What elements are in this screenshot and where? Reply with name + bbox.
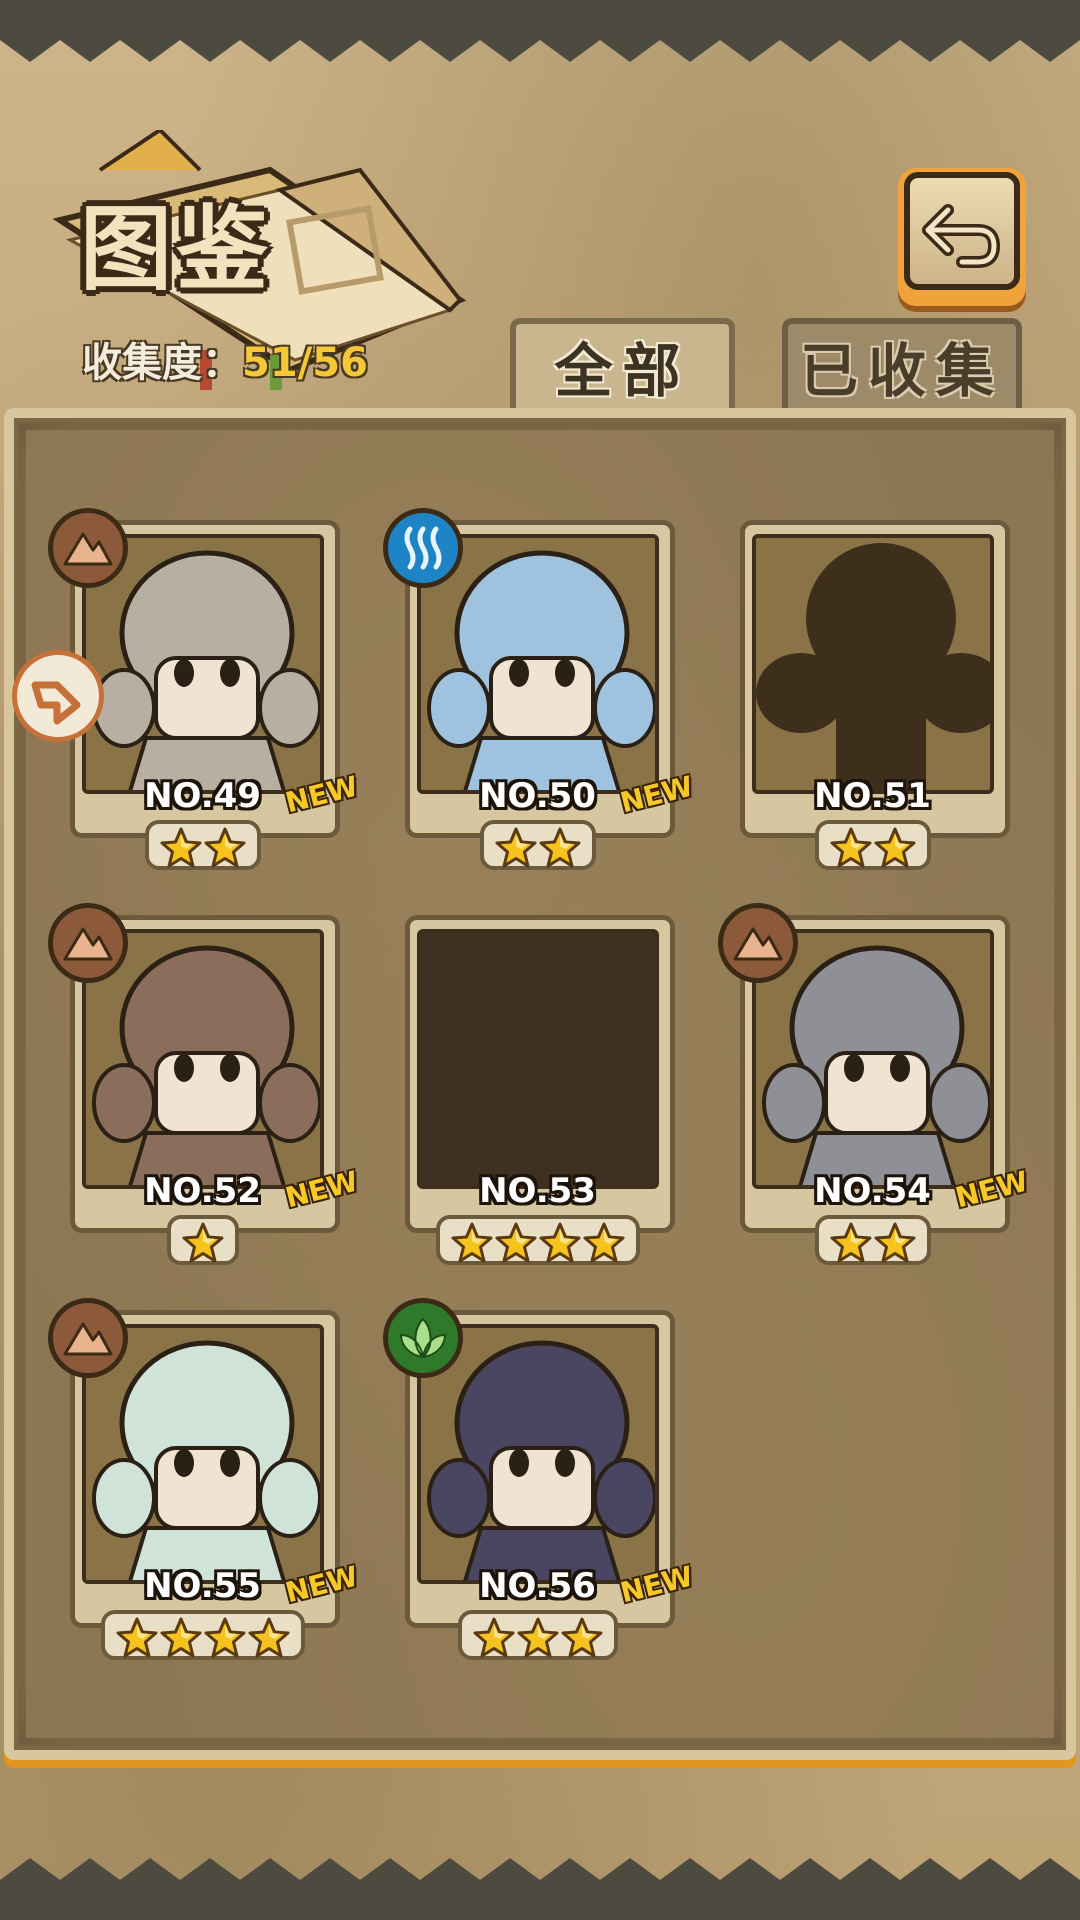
star-rating-base	[457, 1610, 618, 1660]
star-rating	[60, 820, 345, 870]
collection-value: 51/56	[242, 340, 368, 386]
monster-card[interactable]: NO.54 NEW	[718, 903, 1031, 1265]
star-icon	[160, 1617, 201, 1658]
bottom-zigzag-border	[0, 1858, 1080, 1920]
star-icon	[160, 827, 201, 868]
empty-slot	[417, 929, 659, 1189]
star-icon	[583, 1222, 624, 1263]
monster-figure	[92, 550, 320, 790]
water-icon	[383, 508, 463, 588]
star-rating	[395, 1610, 680, 1660]
monster-card[interactable]: NO.56 NEW	[383, 1298, 696, 1660]
monster-card[interactable]: NO.55 NEW	[48, 1298, 361, 1660]
tab-all[interactable]: 全部	[510, 318, 735, 408]
star-icon	[517, 1617, 558, 1658]
page-title: 图鉴	[80, 195, 273, 303]
star-icon	[116, 1617, 157, 1658]
card-number: NO.53	[479, 1171, 596, 1211]
tab-collected[interactable]: 已收集	[782, 318, 1022, 408]
collection-progress: 收集度：51/56	[82, 330, 368, 388]
star-rating-base	[814, 820, 931, 870]
card-number: NO.51	[814, 776, 931, 816]
star-icon	[495, 827, 536, 868]
star-icon	[830, 827, 871, 868]
star-rating	[730, 820, 1015, 870]
silhouette-figure	[756, 543, 990, 790]
nature-icon	[383, 1298, 463, 1378]
earth-icon	[48, 508, 128, 588]
star-icon	[539, 827, 580, 868]
earth-icon	[48, 1298, 128, 1378]
star-rating	[60, 1215, 345, 1265]
monster-card[interactable]: NO.50 NEW	[383, 508, 696, 870]
monster-card[interactable]: NO.51	[730, 520, 1015, 870]
star-icon	[830, 1222, 871, 1263]
star-rating	[395, 820, 680, 870]
monster-figure	[92, 1340, 320, 1580]
monster-card[interactable]: NO.53	[395, 915, 680, 1265]
collection-label: 收集度：	[82, 340, 242, 386]
star-icon	[204, 1617, 245, 1658]
star-rating	[730, 1215, 1015, 1265]
star-rating-base	[166, 1215, 239, 1265]
side-tag-icon[interactable]	[12, 650, 104, 742]
star-icon	[495, 1222, 536, 1263]
top-zigzag-border	[0, 0, 1080, 62]
star-rating-base	[479, 820, 596, 870]
earth-icon	[718, 903, 798, 983]
back-button[interactable]	[898, 168, 1026, 306]
monster-figure	[92, 945, 320, 1185]
star-icon	[182, 1222, 223, 1263]
monster-figure	[427, 550, 655, 790]
star-rating-base	[814, 1215, 931, 1265]
return-arrow-icon	[922, 204, 1000, 268]
star-icon	[874, 1222, 915, 1263]
monster-figure	[427, 1340, 655, 1580]
star-icon	[204, 827, 245, 868]
tag-arrow-icon	[31, 681, 81, 725]
star-icon	[473, 1617, 514, 1658]
earth-icon	[48, 903, 128, 983]
star-rating	[60, 1610, 345, 1660]
star-icon	[561, 1617, 602, 1658]
star-icon	[451, 1222, 492, 1263]
locked-silhouette	[752, 534, 994, 794]
monster-figure	[762, 945, 990, 1185]
star-rating-base	[435, 1215, 640, 1265]
star-icon	[874, 827, 915, 868]
star-icon	[539, 1222, 580, 1263]
star-rating-base	[100, 1610, 305, 1660]
monster-card[interactable]: NO.52 NEW	[48, 903, 361, 1265]
star-rating	[395, 1215, 680, 1265]
star-icon	[248, 1617, 289, 1658]
star-rating-base	[144, 820, 261, 870]
